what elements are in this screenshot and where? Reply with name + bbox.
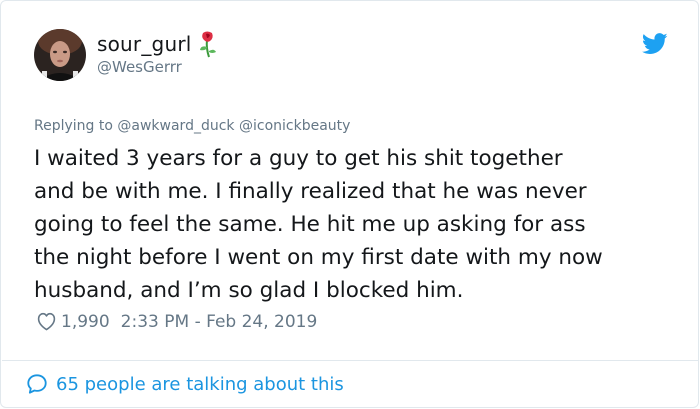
speech-bubble-icon (27, 374, 47, 394)
tweet-meta: 1,990 2:33 PM - Feb 24, 2019 (36, 311, 317, 332)
like-count[interactable]: 1,990 (61, 312, 110, 332)
author-name-row[interactable]: sour_gurl (97, 30, 218, 58)
user-handle[interactable]: @WesGerrr (97, 58, 182, 76)
conversation-link[interactable]: 65 people are talking about this (26, 373, 344, 395)
replying-prefix: Replying to (34, 118, 113, 134)
heart-icon[interactable] (36, 311, 57, 332)
wilted-rose-icon (199, 31, 216, 58)
tweet-card: sour_gurl @WesGerrr Replying to @awkward… (0, 0, 699, 408)
divider (2, 360, 699, 361)
avatar[interactable] (34, 29, 86, 81)
mention-link[interactable]: @awkward_duck (117, 118, 234, 134)
talking-about-this-label[interactable]: 65 people are talking about this (56, 374, 344, 395)
avatar-image (34, 29, 86, 81)
display-name[interactable]: sour_gurl (97, 32, 192, 56)
replying-to-line: Replying to @awkward_duck @iconickbeauty (34, 118, 350, 134)
mention-link[interactable]: @iconickbeauty (239, 118, 350, 134)
tweet-text: I waited 3 years for a guy to get his sh… (34, 146, 603, 303)
tweet-timestamp[interactable]: 2:33 PM - Feb 24, 2019 (121, 312, 318, 332)
twitter-bird-icon[interactable] (642, 33, 668, 55)
